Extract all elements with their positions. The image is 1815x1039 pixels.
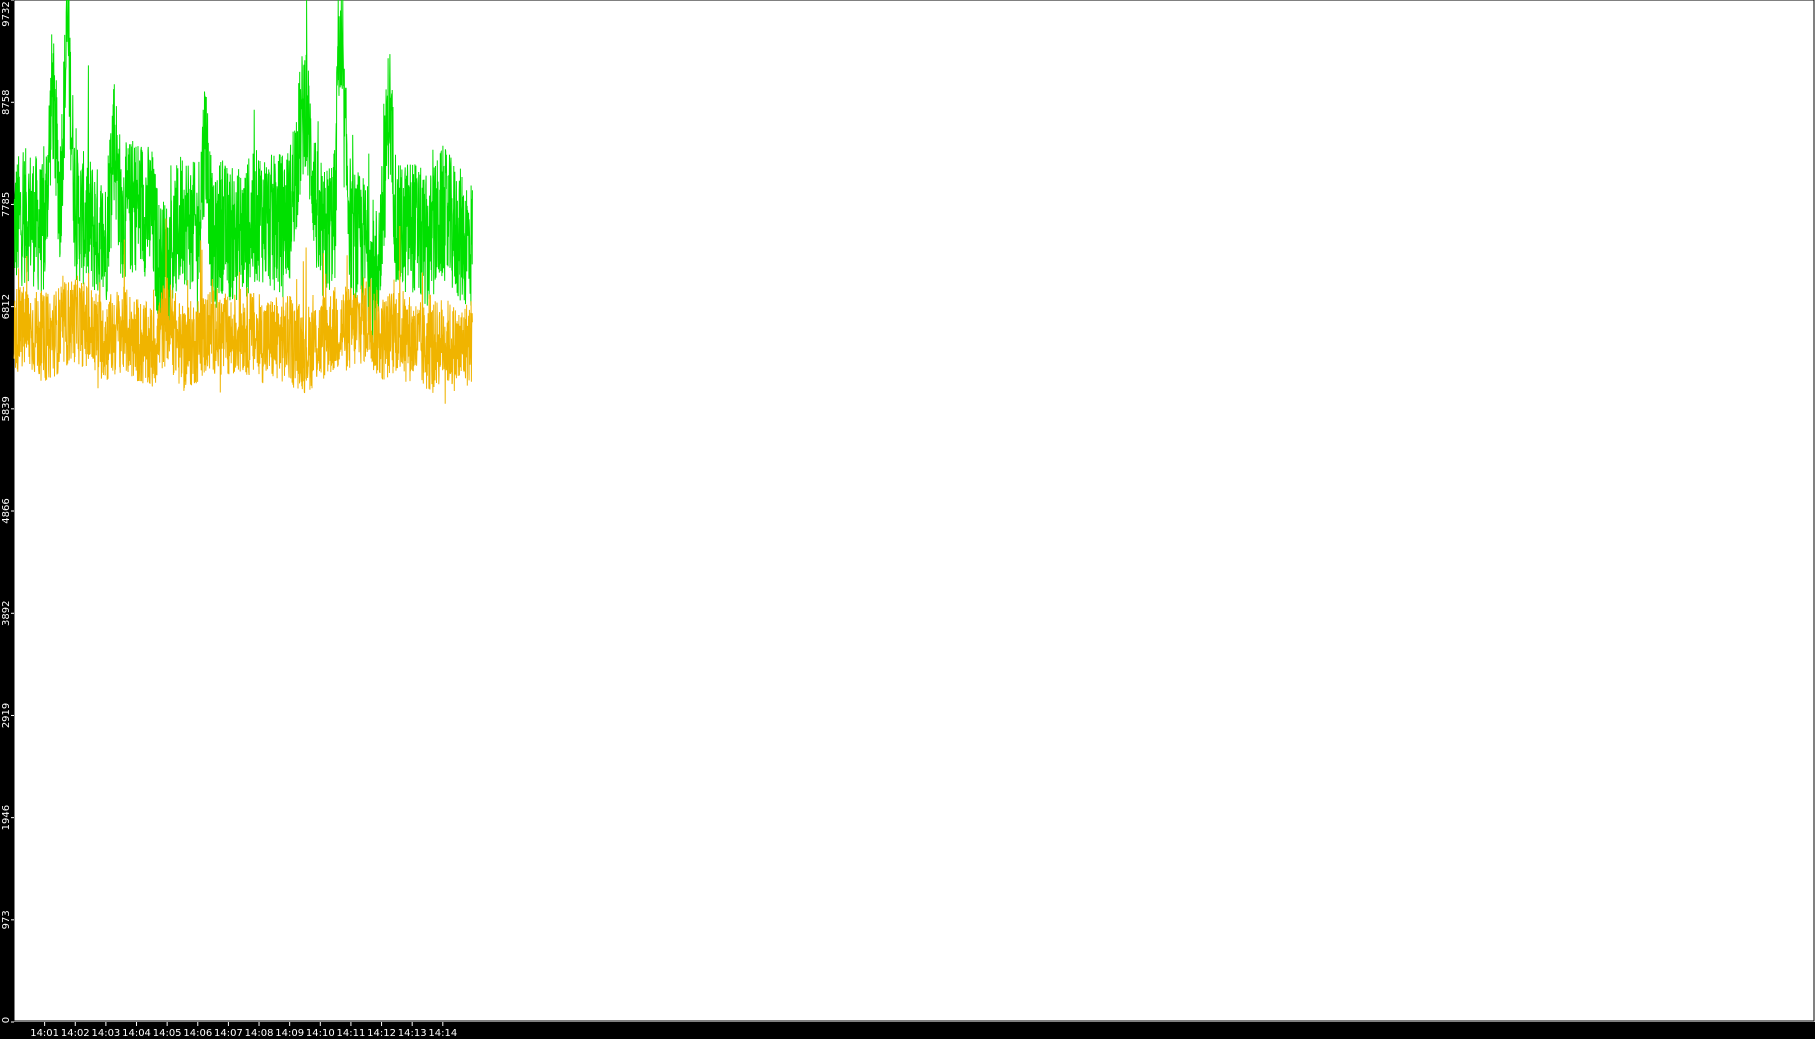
y-tick-label: 2919 — [1, 703, 12, 728]
y-tick-label: 4866 — [1, 498, 12, 523]
x-tick-label: 14:01 — [30, 1028, 59, 1039]
x-tick-label: 14:05 — [153, 1028, 182, 1039]
x-tick-label: 14:11 — [337, 1028, 366, 1039]
y-tick-label: 9732 — [1, 1, 12, 26]
x-tick-label: 14:12 — [367, 1028, 396, 1039]
x-tick-label: 14:06 — [183, 1028, 212, 1039]
y-tick-label: 8758 — [1, 90, 12, 115]
y-tick-label: 973 — [1, 910, 12, 929]
x-tick-label: 14:03 — [91, 1028, 120, 1039]
x-tick-label: 14:14 — [428, 1028, 457, 1039]
chart: 0 973 1946 2919 3892 4866 5839 6812 7785 8758 9732… — [0, 0, 1815, 1039]
x-tick-label: 14:04 — [122, 1028, 151, 1039]
y-tick-label: 5839 — [1, 396, 12, 421]
x-tick-label: 14:02 — [61, 1028, 90, 1039]
x-tick-label: 14:08 — [245, 1028, 274, 1039]
x-tick-label: 14:10 — [306, 1028, 335, 1039]
x-tick-label: 14:13 — [398, 1028, 427, 1039]
chart-background — [0, 0, 1815, 1039]
y-tick-label: 3892 — [1, 601, 12, 626]
y-tick-label: 6812 — [1, 294, 12, 319]
line-chart-svg: 0 973 1946 2919 3892 4866 5839 6812 7785 8758 9732… — [0, 0, 1815, 1039]
y-tick-label: 1946 — [1, 805, 12, 830]
y-tick-label: 7785 — [1, 192, 12, 217]
x-tick-label: 14:07 — [214, 1028, 243, 1039]
y-tick-label: 0 — [1, 1017, 12, 1023]
x-tick-label: 14:09 — [275, 1028, 304, 1039]
